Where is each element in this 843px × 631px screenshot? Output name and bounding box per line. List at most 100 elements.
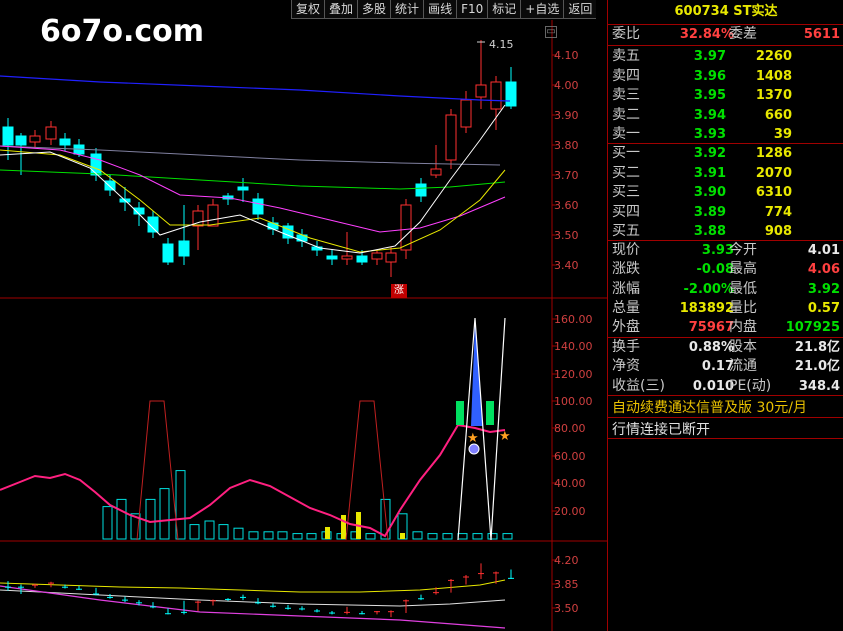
bid-level-row[interactable]: 买三 3.90 6310 <box>608 183 843 202</box>
quote-stat-row: 总量 183892 量比 0.57 <box>608 299 843 318</box>
toolbar-button[interactable]: 统计 <box>390 0 424 19</box>
level-price: 3.95 <box>693 88 726 103</box>
stat-label: 涨幅 <box>612 280 640 297</box>
candle-body <box>2 126 14 146</box>
stat-label: PE(动) <box>729 377 772 394</box>
axis-tick-label: 20.00 <box>554 505 586 518</box>
bottom-line <box>0 585 506 629</box>
stat-value: 183892 <box>679 300 734 316</box>
axis-tick-label: 3.50 <box>554 602 579 615</box>
bid-level-row[interactable]: 买五 3.88 908 <box>608 222 843 241</box>
toolbar-button[interactable]: 标记 <box>487 0 521 19</box>
axis-tick-label: 120.00 <box>554 368 593 381</box>
volume-bar <box>145 498 156 540</box>
chart-toolbar: 复权 叠加 多股 统计 画线 F10 标记 +自选 返回 <box>291 0 597 19</box>
volume-bar <box>487 533 498 540</box>
candle-body <box>178 240 190 257</box>
signal-bar <box>400 533 405 539</box>
axis-tick-label: 4.20 <box>554 554 579 567</box>
stat-value: -2.00% <box>683 281 735 297</box>
stat-value: 0.88% <box>688 340 734 355</box>
level-volume: 908 <box>764 224 792 239</box>
volume-bar <box>412 531 423 540</box>
stat-label: 量比 <box>729 299 757 316</box>
weibi-row: 委比 32.84% 委差 5611 <box>608 25 843 44</box>
divider <box>608 45 843 46</box>
ask-level-row[interactable]: 卖二 3.94 660 <box>608 106 843 125</box>
toolbar-button[interactable]: 返回 <box>563 0 597 19</box>
level-volume: 774 <box>764 204 792 220</box>
ask-level-row[interactable]: 卖一 3.93 39 <box>608 125 843 144</box>
restore-icon[interactable]: ▭ <box>545 26 557 38</box>
weicha-label: 委差 <box>729 26 757 42</box>
chart-area[interactable]: ★ ★ 6o7o.com 复权 叠加 多股 统计 画线 F10 标记 +自选 返回 ▭ 4.15 … <box>0 0 607 631</box>
volume-bar <box>159 488 170 540</box>
volume-bar <box>102 506 113 540</box>
signal-marker: ★ <box>499 429 511 444</box>
quote-stat-row: 换手 0.88% 股本 21.8亿 <box>608 338 843 357</box>
bid-level-row[interactable]: 买四 3.89 774 <box>608 203 843 222</box>
ask-level-row[interactable]: 卖四 3.96 1408 <box>608 67 843 86</box>
price-axis-tick: 3.50 <box>554 229 579 242</box>
stat-value: 3.92 <box>807 281 840 297</box>
level-volume: 2260 <box>755 49 792 64</box>
bid-level-row[interactable]: 买一 3.92 1286 <box>608 144 843 163</box>
candle-body <box>29 135 41 143</box>
volume-bar <box>472 533 483 540</box>
level-volume: 39 <box>773 127 792 142</box>
candle-body <box>162 243 174 263</box>
level-volume: 1408 <box>755 68 792 84</box>
price-axis-tick: 3.70 <box>554 169 579 182</box>
stat-value: 348.4 <box>798 378 840 394</box>
weibi-label: 委比 <box>612 26 640 42</box>
level-volume: 6310 <box>755 185 792 200</box>
axis-tick-label: 140.00 <box>554 340 593 353</box>
stat-label: 内盘 <box>729 319 757 336</box>
level-volume: 2070 <box>755 165 792 181</box>
toolbar-button[interactable]: 画线 <box>423 0 457 19</box>
subscription-ad-link[interactable]: 自动续费通达信普及版 30元/月 <box>612 397 807 417</box>
quote-stat-row: 外盘 75967 内盘 107925 <box>608 318 843 337</box>
trend-line <box>0 423 506 538</box>
stat-value: 4.06 <box>807 262 840 278</box>
stat-label: 今开 <box>729 242 757 258</box>
volume-bar <box>502 533 513 540</box>
volume-bar <box>457 533 468 540</box>
toolbar-button[interactable]: F10 <box>456 0 488 19</box>
stat-label: 总量 <box>612 299 640 316</box>
toolbar-button[interactable]: 叠加 <box>324 0 358 19</box>
stat-label: 换手 <box>612 339 640 355</box>
level-price: 3.91 <box>693 165 726 181</box>
quote-stat-row: 收益(三) 0.010 PE(动) 348.4 <box>608 377 843 396</box>
ask-level-row[interactable]: 卖三 3.95 1370 <box>608 86 843 105</box>
signal-bar <box>325 527 330 539</box>
kline-chart-svg[interactable]: ★ ★ <box>0 0 607 631</box>
volume-bar <box>442 533 453 540</box>
stat-value: 75967 <box>688 320 734 336</box>
candle-body <box>385 252 397 263</box>
volume-bar <box>204 520 215 540</box>
ask-level-row[interactable]: 卖五 3.97 2260 <box>608 47 843 66</box>
price-axis-tick: 3.90 <box>554 109 579 122</box>
candle-body <box>430 168 442 176</box>
volume-bar <box>116 498 127 540</box>
bid-level-row[interactable]: 买二 3.91 2070 <box>608 164 843 183</box>
volume-bar <box>427 533 438 540</box>
candle-body <box>59 138 71 146</box>
toolbar-button[interactable]: 多股 <box>357 0 391 19</box>
connection-status: 行情连接已断开 <box>612 422 710 438</box>
volume-bar <box>306 533 317 540</box>
level-price: 3.92 <box>693 146 726 161</box>
candle-body <box>237 186 249 191</box>
candle-body <box>490 81 502 110</box>
toolbar-button[interactable]: 复权 <box>291 0 325 19</box>
stat-label: 最高 <box>729 261 757 278</box>
weicha-value: 5611 <box>803 27 840 42</box>
divider <box>608 417 843 418</box>
candle-body <box>460 99 472 128</box>
toolbar-button[interactable]: +自选 <box>520 0 564 19</box>
bottom-line <box>0 579 506 593</box>
volume-bar <box>277 531 288 540</box>
stat-label: 现价 <box>612 242 640 258</box>
stat-label: 收益(三) <box>612 377 665 394</box>
